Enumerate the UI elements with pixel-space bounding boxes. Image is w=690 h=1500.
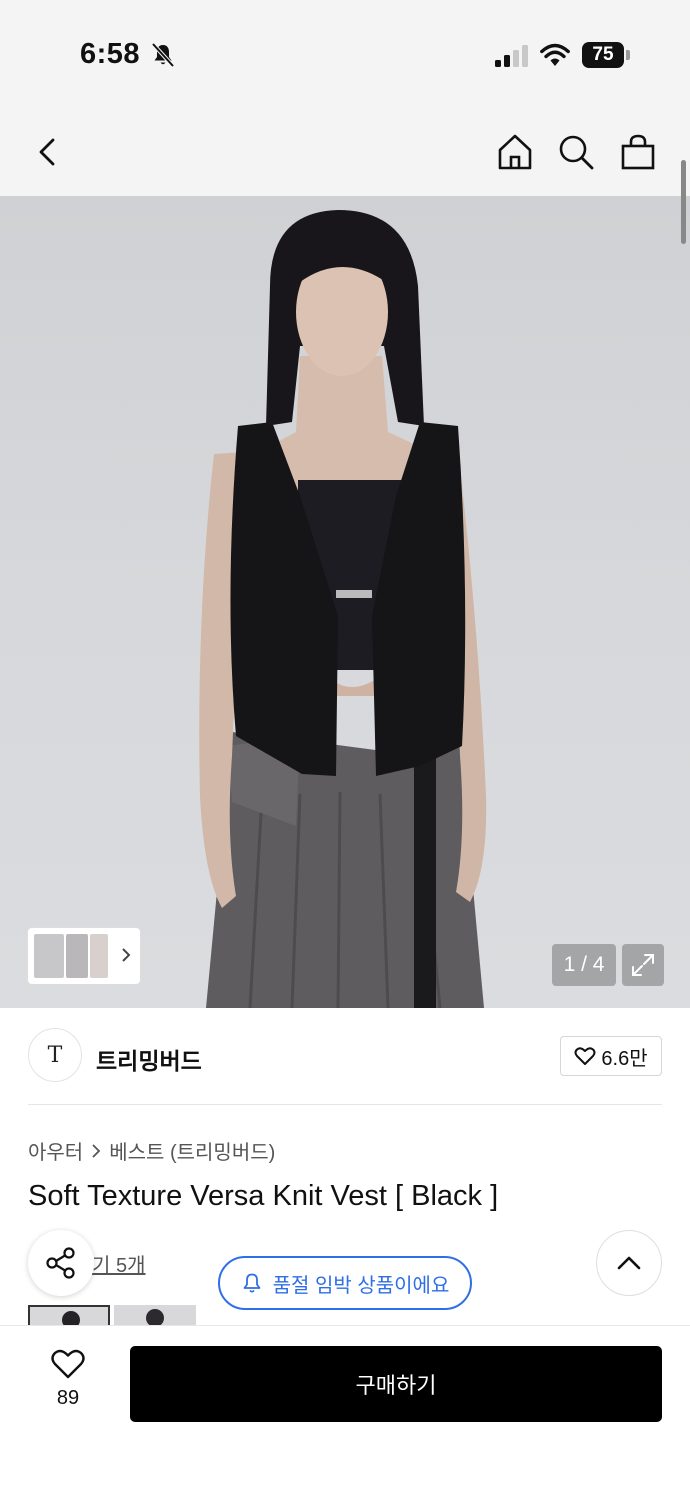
category-parent[interactable]: 아우터 — [28, 1136, 83, 1165]
wishlist-count: 89 — [56, 1387, 80, 1409]
share-icon — [46, 1247, 75, 1279]
chevron-right-icon — [92, 1143, 101, 1158]
breadcrumb: 아우터 베스트 (트리밍버드) — [28, 1136, 275, 1165]
battery-tip — [626, 50, 630, 60]
bell-icon — [243, 1273, 261, 1293]
chevron-up-icon — [617, 1256, 641, 1270]
signal-icon — [495, 45, 528, 67]
brand-logo[interactable]: T — [28, 1028, 82, 1082]
product-title: Soft Texture Versa Knit Vest [ Black ] — [28, 1180, 499, 1212]
expand-image-button[interactable] — [622, 944, 664, 986]
battery-indicator: 75 — [582, 42, 630, 68]
thumbnail-2[interactable] — [66, 934, 88, 978]
low-stock-badge: 품절 임박 상품이에요 — [218, 1256, 472, 1310]
thumbnail-1[interactable] — [34, 934, 64, 978]
image-thumbnail-strip[interactable] — [28, 928, 140, 984]
home-button[interactable] — [493, 130, 537, 174]
share-button[interactable] — [28, 1230, 94, 1296]
brand-like-button[interactable]: 6.6만 — [560, 1036, 662, 1076]
scroll-top-button[interactable] — [596, 1230, 662, 1296]
thumbnail-3[interactable] — [90, 934, 108, 978]
low-stock-text: 품절 임박 상품이에요 — [272, 1274, 450, 1297]
color-option-2[interactable] — [114, 1305, 196, 1327]
wishlist-button[interactable]: 89 — [40, 1348, 96, 1410]
top-nav — [0, 110, 690, 196]
scrollbar[interactable] — [681, 160, 686, 244]
heart-icon — [51, 1349, 85, 1379]
chevron-right-icon — [122, 948, 131, 962]
buy-button[interactable]: 구매하기 — [130, 1346, 662, 1422]
wifi-icon — [540, 43, 570, 66]
category-child[interactable]: 베스트 (트리밍버드) — [109, 1136, 275, 1165]
back-button[interactable] — [26, 130, 70, 174]
bottom-action-bar: 89 구매하기 — [0, 1325, 690, 1500]
search-button[interactable] — [554, 130, 598, 174]
heart-icon — [574, 1047, 596, 1065]
color-option-1[interactable] — [28, 1305, 110, 1327]
divider — [28, 1104, 662, 1105]
image-page-indicator: 1 / 4 — [552, 944, 616, 986]
brand-name[interactable]: 트리밍버드 — [96, 1042, 202, 1076]
cart-button[interactable] — [616, 130, 660, 174]
back-icon — [39, 138, 55, 166]
brand-row[interactable]: T 트리밍버드 6.6만 — [28, 1026, 662, 1086]
cart-icon — [621, 134, 655, 170]
product-photo — [199, 210, 487, 1008]
status-bar: 6:58 75 — [0, 0, 690, 110]
search-icon — [559, 135, 594, 170]
home-icon — [498, 134, 532, 170]
expand-icon — [632, 954, 654, 976]
brand-like-count: 6.6만 — [601, 1047, 648, 1070]
battery-level: 75 — [582, 42, 624, 68]
mute-icon — [151, 42, 175, 68]
status-time: 6:58 — [80, 38, 141, 70]
product-image[interactable] — [0, 196, 690, 1008]
review-link[interactable]: 기 5개 — [92, 1249, 145, 1278]
